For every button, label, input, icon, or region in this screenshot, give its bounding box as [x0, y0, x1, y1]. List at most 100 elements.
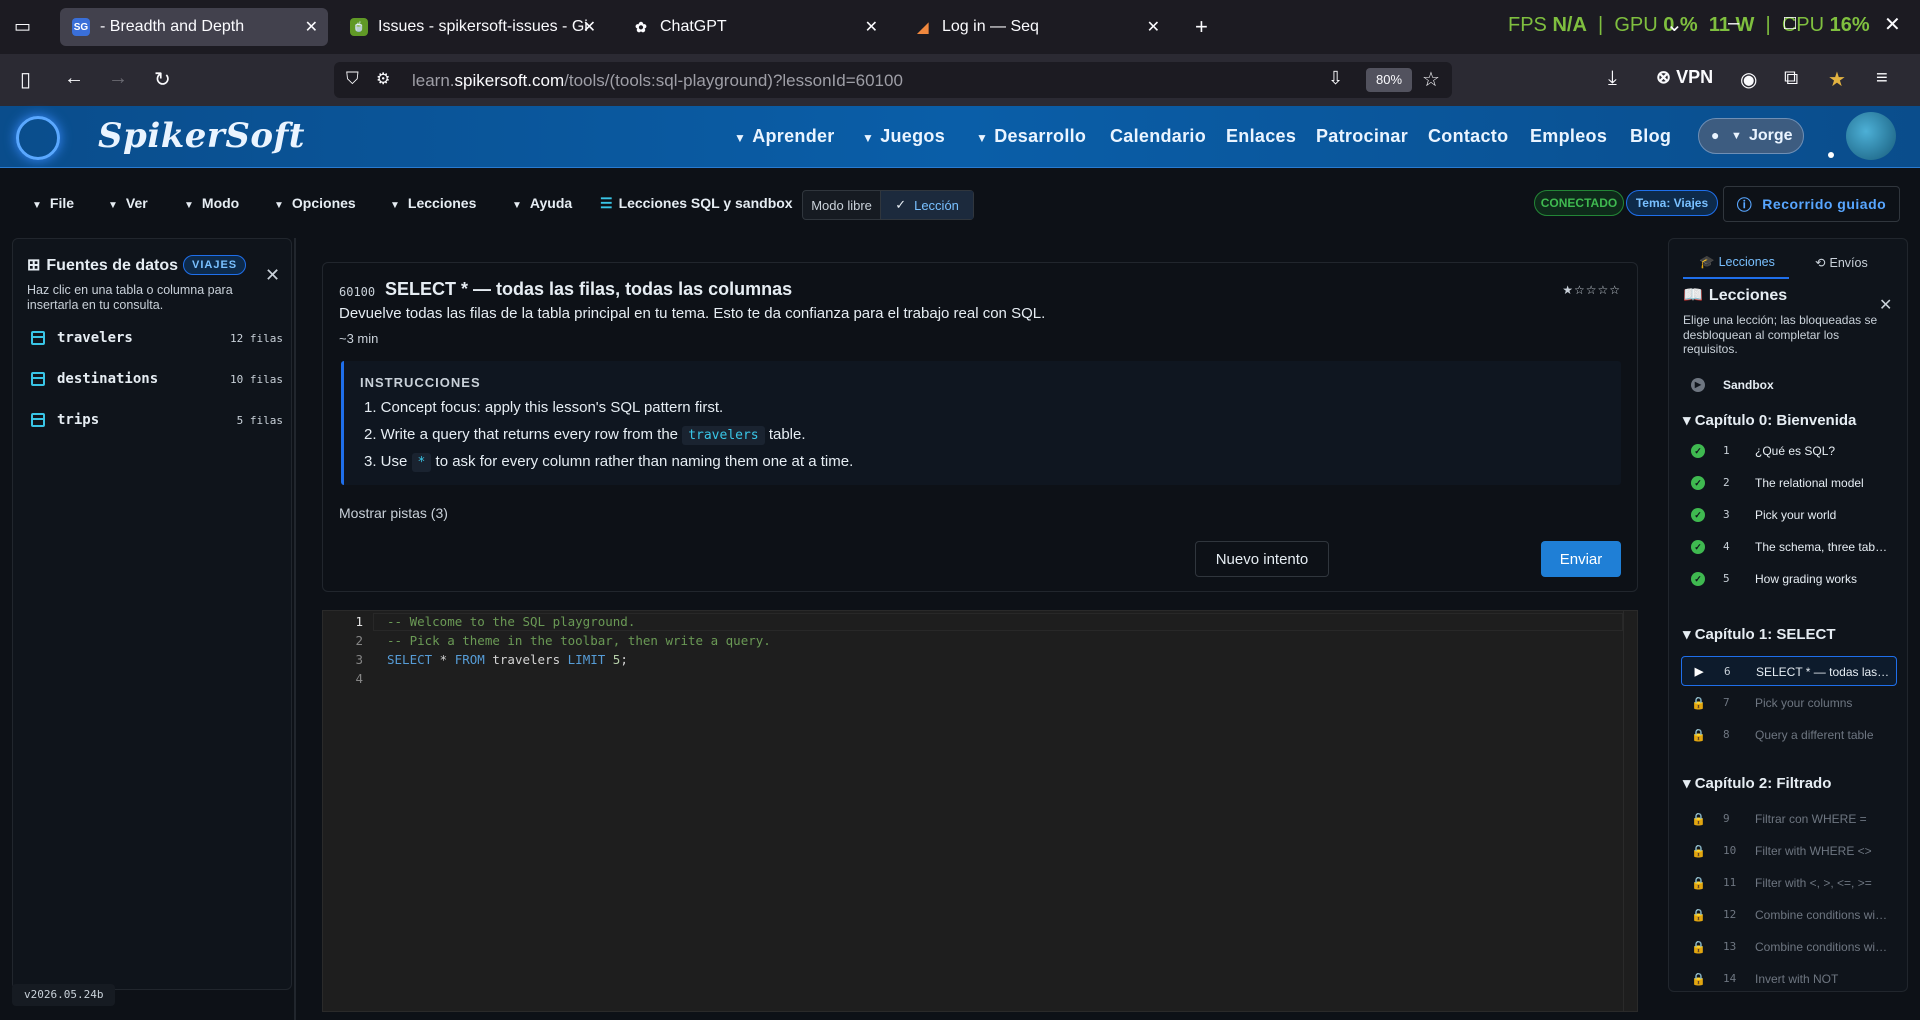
- nav-patrocinar[interactable]: Patrocinar: [1316, 126, 1408, 147]
- inline-code: travelers: [682, 426, 765, 445]
- active-tab-indicator: [1683, 277, 1789, 279]
- mode-free-button[interactable]: Modo libre: [803, 191, 880, 219]
- submit-button[interactable]: Enviar: [1541, 541, 1621, 577]
- shield-icon[interactable]: ⛉: [346, 69, 359, 89]
- downloads-icon[interactable]: ⤓: [1608, 67, 1617, 90]
- nav-aprender[interactable]: ▼ Aprender: [734, 126, 835, 147]
- lesson-item[interactable]: 🔒 10 Filter with WHERE <>: [1681, 836, 1897, 866]
- bookmark-star-icon[interactable]: ☆: [1422, 67, 1440, 92]
- close-tab-icon[interactable]: ✕: [1147, 17, 1160, 37]
- account-icon[interactable]: ◉: [1740, 67, 1757, 92]
- maximize-window-icon[interactable]: □: [1784, 12, 1796, 35]
- instruction-3: 3. Use * to ask for every column rather …: [364, 453, 854, 472]
- chapter-0-header[interactable]: ▾ Capítulo 0: Bienvenida: [1683, 411, 1856, 429]
- retry-button[interactable]: Nuevo intento: [1195, 541, 1329, 577]
- url-bar[interactable]: ⛉ ⚙ learn.spikersoft.com/tools/(tools:sq…: [334, 62, 1452, 98]
- menu-lecciones[interactable]: ▼ Lecciones: [390, 195, 476, 211]
- close-icon[interactable]: ✕: [265, 265, 280, 286]
- nav-juegos[interactable]: ▼ Juegos: [862, 126, 945, 147]
- chapter-2-header[interactable]: ▾ Capítulo 2: Filtrado: [1683, 774, 1831, 792]
- theme-badge[interactable]: Tema: Viajes: [1626, 190, 1718, 216]
- chevron-down-icon: ▼: [512, 200, 522, 211]
- nav-desarrollo[interactable]: ▼ Desarrollo: [976, 126, 1086, 147]
- reload-icon[interactable]: ↻: [154, 67, 171, 92]
- chapter-1-header[interactable]: ▾ Capítulo 1: SELECT: [1683, 625, 1836, 643]
- show-hints-link[interactable]: Mostrar pistas (3): [339, 505, 448, 521]
- menu-file[interactable]: ▼ File: [32, 195, 74, 211]
- code-line-1[interactable]: -- Welcome to the SQL playground.: [387, 614, 635, 629]
- site-logo[interactable]: SpikerSoft: [98, 116, 305, 156]
- mascot-avatar[interactable]: [1846, 112, 1896, 160]
- url-text[interactable]: learn.spikersoft.com/tools/(tools:sql-pl…: [412, 71, 903, 91]
- lesson-item[interactable]: ✓ 3 Pick your world: [1681, 500, 1897, 530]
- nav-calendario[interactable]: Calendario: [1110, 126, 1206, 147]
- nav-enlaces[interactable]: Enlaces: [1226, 126, 1296, 147]
- menu-opciones[interactable]: ▼ Opciones: [274, 195, 356, 211]
- menu-ver[interactable]: ▼ Ver: [108, 195, 148, 211]
- lesson-item[interactable]: 🔒 14 Invert with NOT: [1681, 964, 1897, 991]
- minimize-window-icon[interactable]: –: [1728, 12, 1739, 35]
- tab-list-icon[interactable]: ▭: [14, 16, 31, 37]
- extension-notification-icon[interactable]: ★: [1828, 67, 1846, 92]
- lesson-item[interactable]: 🔒13Combine conditions with OR: [1681, 932, 1897, 962]
- editor-scrollbar[interactable]: [1623, 611, 1637, 1011]
- lesson-item[interactable]: ✓ 2 The relational model: [1681, 468, 1897, 498]
- user-menu-button[interactable]: ● ▼ Jorge: [1698, 118, 1804, 154]
- chevron-down-icon: ▾: [1683, 412, 1695, 429]
- extensions-icon[interactable]: ⧉: [1784, 67, 1798, 90]
- instruction-2: 2. Write a query that returns every row …: [364, 426, 806, 445]
- sql-editor[interactable]: 1 2 3 4 -- Welcome to the SQL playground…: [322, 610, 1638, 1012]
- tab-title: Issues - spikersoft-issues - Gitea: [378, 18, 588, 35]
- forward-arrow-icon[interactable]: →: [108, 67, 128, 90]
- table-item-travelers[interactable]: travelers 12 filas: [27, 325, 283, 355]
- panel-resize-handle[interactable]: [294, 238, 296, 1020]
- menu-ayuda[interactable]: ▼ Ayuda: [512, 195, 572, 211]
- code-line-2[interactable]: -- Pick a theme in the toolbar, then wri…: [387, 633, 771, 648]
- nav-blog[interactable]: Blog: [1630, 126, 1671, 147]
- close-icon[interactable]: ✕: [1879, 295, 1892, 315]
- inline-code: *: [411, 453, 432, 472]
- sandbox-item[interactable]: ▶ Sandbox: [1681, 370, 1897, 400]
- mode-toggle: Modo libre ✓ Lección: [802, 190, 974, 220]
- lesson-item[interactable]: ✓ 5 How grading works: [1681, 564, 1897, 594]
- vpn-button[interactable]: ⊗ VPN: [1656, 67, 1713, 88]
- lesson-item[interactable]: 🔒 11 Filter with <, >, <=, >=: [1681, 868, 1897, 898]
- guided-tour-button[interactable]: ⓘ Recorrido guiado: [1723, 186, 1900, 222]
- browser-tab-gitea[interactable]: 🍵 Issues - spikersoft-issues - Gitea ✕: [338, 8, 606, 46]
- install-app-icon[interactable]: ⇩: [1328, 68, 1343, 89]
- table-item-destinations[interactable]: destinations 10 filas: [27, 366, 283, 396]
- lesson-item[interactable]: 🔒 7 Pick your columns: [1681, 688, 1897, 718]
- browser-tab-active[interactable]: SG - Breadth and Depth ✕: [60, 8, 328, 46]
- check-circle-icon: ✓: [1691, 508, 1705, 522]
- lesson-item[interactable]: 🔒12Combine conditions with AND: [1681, 900, 1897, 930]
- close-tab-icon[interactable]: ✕: [305, 17, 318, 37]
- zoom-level[interactable]: 80%: [1366, 68, 1412, 92]
- back-arrow-icon[interactable]: ←: [64, 67, 84, 90]
- logo-ring-icon[interactable]: [16, 116, 60, 160]
- close-window-icon[interactable]: ✕: [1884, 12, 1901, 37]
- new-tab-icon[interactable]: +: [1195, 14, 1208, 40]
- menu-modo[interactable]: ▼ Modo: [184, 195, 239, 211]
- table-item-trips[interactable]: trips 5 filas: [27, 407, 283, 437]
- lock-icon: 🔒: [1691, 812, 1706, 826]
- nav-contacto[interactable]: Contacto: [1428, 126, 1508, 147]
- tab-overflow-chevron-icon[interactable]: ⌄: [1666, 12, 1683, 37]
- close-tab-icon[interactable]: ✕: [583, 17, 596, 37]
- browser-tab-seq[interactable]: ◢ Log in — Seq ✕: [902, 8, 1170, 46]
- lesson-item[interactable]: 🔒 9 Filtrar con WHERE =: [1681, 804, 1897, 834]
- nav-empleos[interactable]: Empleos: [1530, 126, 1607, 147]
- lesson-item[interactable]: ✓ 1 ¿Qué es SQL?: [1681, 436, 1897, 466]
- browser-tab-chatgpt[interactable]: ✿ ChatGPT ✕: [620, 8, 888, 46]
- lesson-item[interactable]: ✓ 4 The schema, three tables: [1681, 532, 1897, 562]
- code-line-3[interactable]: SELECT * FROM travelers LIMIT 5;: [387, 652, 628, 667]
- menu-hamburger-icon[interactable]: ≡: [1876, 67, 1888, 90]
- lesson-item-current[interactable]: ▶ 6 SELECT * — todas las filas: [1681, 656, 1897, 686]
- tab-lessons[interactable]: 🎓 Lecciones: [1699, 255, 1775, 270]
- lesson-item[interactable]: 🔒 8 Query a different table: [1681, 720, 1897, 750]
- tab-submissions[interactable]: ⟲ Envíos: [1815, 255, 1868, 270]
- sidebar-toggle-icon[interactable]: ▯: [20, 67, 31, 92]
- close-tab-icon[interactable]: ✕: [865, 17, 878, 37]
- site-permissions-icon[interactable]: ⚙: [376, 69, 390, 89]
- mode-lesson-button[interactable]: ✓ Lección: [880, 191, 973, 219]
- lock-icon: 🔒: [1691, 844, 1706, 858]
